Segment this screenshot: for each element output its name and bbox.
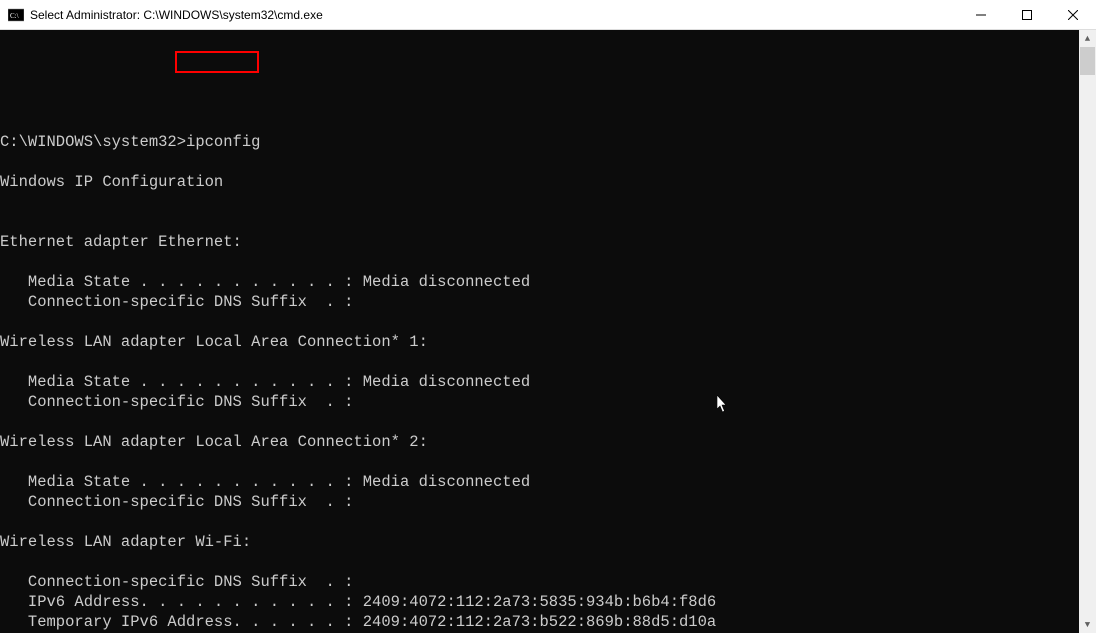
terminal-line <box>0 252 1079 272</box>
terminal-line: Windows IP Configuration <box>0 172 1079 192</box>
terminal-line: Temporary IPv6 Address. . . . . . : 2409… <box>0 612 1079 632</box>
minimize-button[interactable] <box>958 0 1004 29</box>
cmd-icon: C:\ <box>8 7 24 23</box>
terminal-line: IPv6 Address. . . . . . . . . . . : 2409… <box>0 592 1079 612</box>
terminal-line <box>0 152 1079 172</box>
terminal-line <box>0 312 1079 332</box>
terminal-line: Wireless LAN adapter Wi-Fi: <box>0 532 1079 552</box>
terminal-line <box>0 512 1079 532</box>
terminal-line: Media State . . . . . . . . . . . : Medi… <box>0 472 1079 492</box>
terminal-line: Connection-specific DNS Suffix . : <box>0 392 1079 412</box>
terminal-container: C:\WINDOWS\system32>ipconfig Windows IP … <box>0 30 1096 633</box>
scroll-down-arrow-icon[interactable]: ▼ <box>1079 616 1096 633</box>
terminal-line: C:\WINDOWS\system32>ipconfig <box>0 132 1079 152</box>
scroll-thumb[interactable] <box>1080 47 1095 75</box>
window-controls <box>958 0 1096 29</box>
maximize-button[interactable] <box>1004 0 1050 29</box>
terminal-output[interactable]: C:\WINDOWS\system32>ipconfig Windows IP … <box>0 30 1079 633</box>
titlebar[interactable]: C:\ Select Administrator: C:\WINDOWS\sys… <box>0 0 1096 30</box>
window-title: Select Administrator: C:\WINDOWS\system3… <box>30 8 958 22</box>
terminal-line: Media State . . . . . . . . . . . : Medi… <box>0 272 1079 292</box>
terminal-line <box>0 112 1079 132</box>
svg-text:C:\: C:\ <box>10 12 19 20</box>
terminal-line: Ethernet adapter Ethernet: <box>0 232 1079 252</box>
terminal-line <box>0 352 1079 372</box>
terminal-line: Media State . . . . . . . . . . . : Medi… <box>0 372 1079 392</box>
terminal-line <box>0 412 1079 432</box>
terminal-line: Wireless LAN adapter Local Area Connecti… <box>0 432 1079 452</box>
terminal-line <box>0 552 1079 572</box>
terminal-line: Connection-specific DNS Suffix . : <box>0 292 1079 312</box>
terminal-line <box>0 192 1079 212</box>
terminal-line: Wireless LAN adapter Local Area Connecti… <box>0 332 1079 352</box>
terminal-line: Connection-specific DNS Suffix . : <box>0 492 1079 512</box>
scroll-up-arrow-icon[interactable]: ▲ <box>1079 30 1096 47</box>
terminal-line <box>0 452 1079 472</box>
command-highlight-annotation <box>175 51 259 73</box>
close-button[interactable] <box>1050 0 1096 29</box>
terminal-line <box>0 212 1079 232</box>
terminal-line: Connection-specific DNS Suffix . : <box>0 572 1079 592</box>
vertical-scrollbar[interactable]: ▲ ▼ <box>1079 30 1096 633</box>
